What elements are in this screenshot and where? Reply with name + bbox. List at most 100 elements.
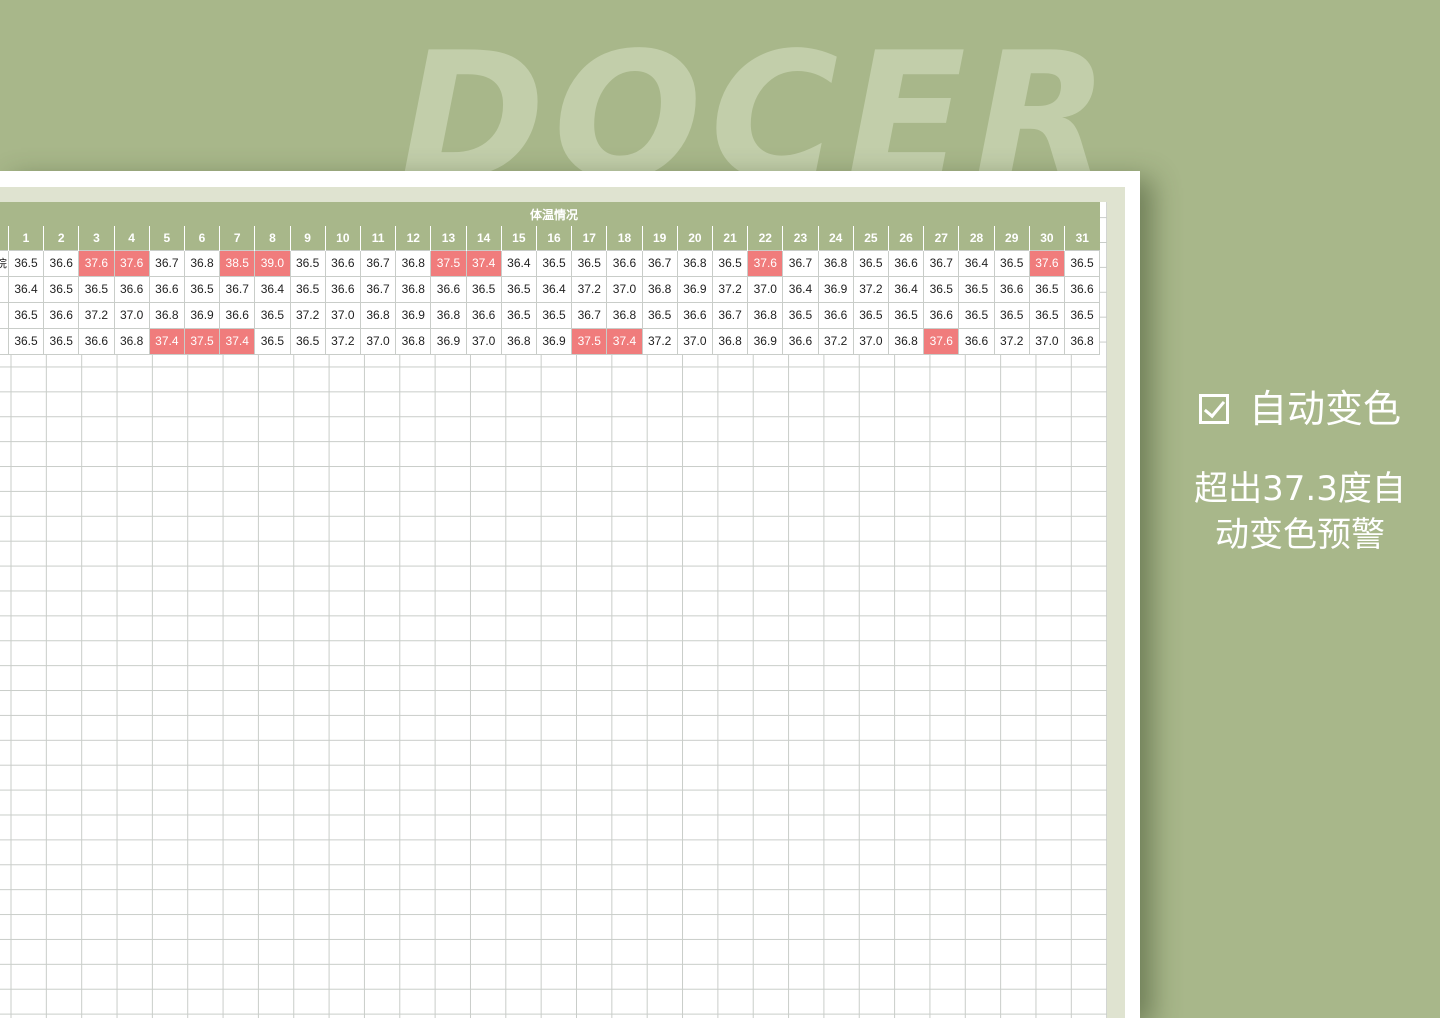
temperature-cell[interactable]: 36.6	[324, 275, 361, 303]
temperature-cell[interactable]: 36.5	[7, 327, 45, 355]
temperature-cell[interactable]: 37.2	[78, 301, 115, 329]
day-header-cell[interactable]: 12	[395, 226, 431, 251]
day-header-cell[interactable]: 15	[500, 226, 537, 251]
temperature-cell[interactable]: 36.7	[359, 275, 397, 303]
day-header-cell[interactable]: 30	[1028, 226, 1065, 251]
day-header-cell[interactable]: 10	[324, 226, 361, 251]
day-header-cell[interactable]: 22	[747, 226, 783, 251]
day-header-cell[interactable]: 23	[782, 226, 819, 251]
temperature-cell-alert[interactable]: 37.4	[148, 327, 185, 355]
temperature-cell[interactable]: 37.0	[747, 275, 784, 303]
temperature-cell[interactable]: 36.5	[183, 275, 221, 303]
temperature-cell[interactable]: 37.0	[676, 327, 713, 355]
day-header-cell[interactable]: 27	[923, 226, 959, 251]
day-header-cell[interactable]: 16	[535, 226, 572, 251]
temperature-cell[interactable]: 36.5	[254, 301, 291, 329]
temperature-cell[interactable]: 36.5	[711, 250, 749, 277]
temperature-cell[interactable]: 36.5	[1028, 301, 1066, 329]
temperature-cell[interactable]: 36.8	[395, 275, 432, 303]
day-header-cell[interactable]: 18	[606, 226, 643, 251]
temperature-cell[interactable]: 36.6	[676, 301, 713, 329]
temperature-cell[interactable]: 36.5	[500, 275, 537, 303]
temperature-cell[interactable]: 36.6	[923, 301, 960, 329]
day-header-cell[interactable]: 2	[43, 226, 79, 251]
temperature-cell[interactable]: 36.7	[641, 250, 678, 277]
temperature-cell-alert[interactable]: 39.0	[254, 250, 291, 277]
temperature-cell[interactable]: 36.8	[395, 327, 432, 355]
temperature-cell[interactable]: 36.6	[113, 275, 150, 303]
day-header-cell[interactable]: 9	[289, 226, 326, 251]
temperature-cell[interactable]: 36.8	[430, 301, 467, 329]
day-header-cell[interactable]: 26	[887, 226, 924, 251]
temperature-cell[interactable]: 36.8	[359, 301, 397, 329]
temperature-cell[interactable]: 36.6	[78, 327, 115, 355]
day-header-cell[interactable]: 31	[1064, 226, 1100, 251]
temperature-cell[interactable]: 36.4	[254, 275, 291, 303]
temperature-cell[interactable]: 36.5	[1064, 250, 1100, 277]
temperature-cell[interactable]: 36.6	[993, 275, 1030, 303]
temperature-cell-alert[interactable]: 37.5	[183, 327, 221, 355]
temperature-cell[interactable]: 36.4	[958, 250, 995, 277]
day-header-cell[interactable]: 11	[359, 226, 396, 251]
temperature-cell[interactable]: 37.2	[324, 327, 361, 355]
temperature-cell[interactable]: 36.6	[43, 250, 80, 277]
temperature-cell-alert[interactable]: 37.4	[465, 250, 502, 277]
temperature-cell[interactable]: 36.6	[430, 275, 467, 303]
temperature-cell[interactable]: 36.7	[148, 250, 185, 277]
temperature-cell[interactable]: 36.8	[606, 301, 643, 329]
temperature-cell[interactable]: 37.2	[852, 275, 889, 303]
temperature-cell[interactable]: 37.0	[113, 301, 150, 329]
temperature-cell[interactable]: 36.6	[782, 327, 819, 355]
temperature-cell[interactable]: 36.5	[500, 301, 537, 329]
temperature-cell[interactable]: 36.4	[535, 275, 573, 303]
day-header-cell[interactable]: 25	[852, 226, 889, 251]
day-header-cell[interactable]: 5	[148, 226, 185, 251]
temperature-cell[interactable]: 36.6	[1064, 275, 1100, 303]
temperature-cell[interactable]: 36.6	[958, 327, 995, 355]
temperature-cell[interactable]: 36.8	[113, 327, 150, 355]
day-header-cell[interactable]: 14	[465, 226, 502, 251]
temperature-cell-alert[interactable]: 37.5	[571, 327, 608, 355]
temperature-cell[interactable]: 37.2	[993, 327, 1030, 355]
temperature-cell[interactable]: 36.4	[500, 250, 537, 277]
day-header-cell[interactable]: 3	[78, 226, 115, 251]
temperature-cell[interactable]: 36.9	[817, 275, 854, 303]
temperature-cell[interactable]: 36.5	[465, 275, 502, 303]
day-header-cell[interactable]: 6	[183, 226, 220, 251]
temperature-cell[interactable]: 36.6	[606, 250, 643, 277]
row-label-cell[interactable]: 院	[0, 250, 9, 277]
temperature-cell[interactable]: 36.5	[43, 275, 80, 303]
temperature-cell[interactable]: 36.8	[887, 327, 925, 355]
temperature-cell[interactable]: 37.2	[289, 301, 326, 329]
temperature-cell[interactable]: 37.0	[359, 327, 397, 355]
temperature-cell[interactable]: 36.7	[359, 250, 397, 277]
temperature-cell[interactable]: 36.5	[852, 301, 889, 329]
temperature-cell[interactable]: 36.5	[7, 301, 45, 329]
day-header-cell[interactable]: 29	[993, 226, 1030, 251]
temperature-cell[interactable]: 36.5	[535, 250, 573, 277]
row-label-cell[interactable]	[0, 275, 9, 303]
temperature-cell[interactable]: 37.0	[465, 327, 502, 355]
temperature-cell[interactable]: 36.6	[148, 275, 185, 303]
temperature-cell[interactable]: 36.9	[676, 275, 713, 303]
day-header-cell[interactable]: 7	[219, 226, 255, 251]
temperature-cell[interactable]: 36.5	[852, 250, 889, 277]
temperature-cell[interactable]: 36.8	[183, 250, 221, 277]
temperature-cell-alert[interactable]: 37.5	[430, 250, 467, 277]
temperature-cell[interactable]: 36.6	[887, 250, 925, 277]
temperature-cell[interactable]: 36.6	[817, 301, 854, 329]
temperature-cell[interactable]: 36.9	[747, 327, 784, 355]
day-header-cell[interactable]: 4	[113, 226, 150, 251]
day-header-cell[interactable]: 1	[7, 226, 44, 251]
day-header-cell[interactable]: 13	[430, 226, 467, 251]
temperature-cell[interactable]: 36.7	[782, 250, 819, 277]
temperature-cell[interactable]: 36.5	[641, 301, 678, 329]
temperature-cell[interactable]: 36.9	[183, 301, 221, 329]
temperature-cell[interactable]: 36.9	[395, 301, 432, 329]
temperature-cell[interactable]: 36.8	[817, 250, 854, 277]
temperature-cell[interactable]: 37.2	[641, 327, 678, 355]
temperature-cell[interactable]: 36.4	[782, 275, 819, 303]
temperature-cell[interactable]: 36.5	[289, 275, 326, 303]
temperature-cell[interactable]: 36.5	[7, 250, 45, 277]
temperature-cell[interactable]: 37.2	[817, 327, 854, 355]
